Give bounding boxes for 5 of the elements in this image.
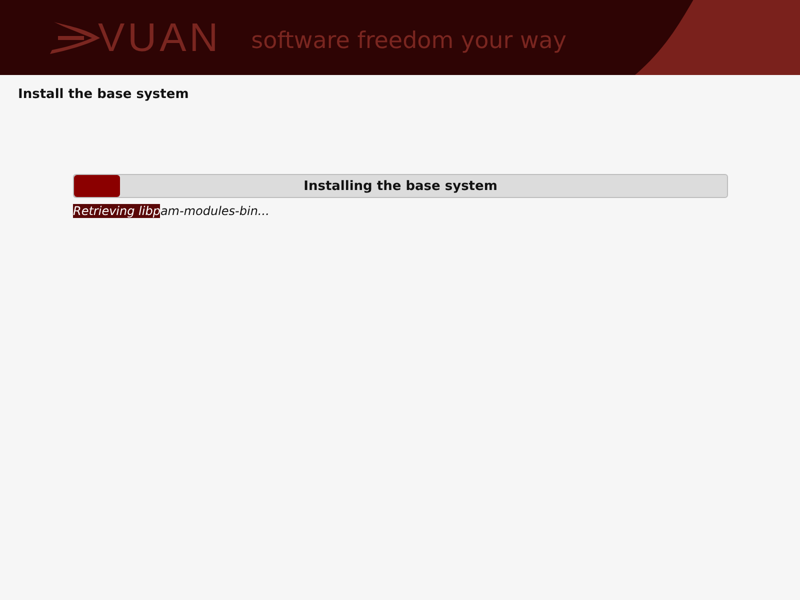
logo-text: VUAN	[98, 18, 222, 58]
progress-bar: Installing the base system	[73, 174, 728, 198]
status-text: Retrieving libpam-modules-bin...	[73, 204, 270, 218]
tagline: software freedom your way	[251, 28, 567, 54]
page-title: Install the base system	[17, 86, 190, 102]
